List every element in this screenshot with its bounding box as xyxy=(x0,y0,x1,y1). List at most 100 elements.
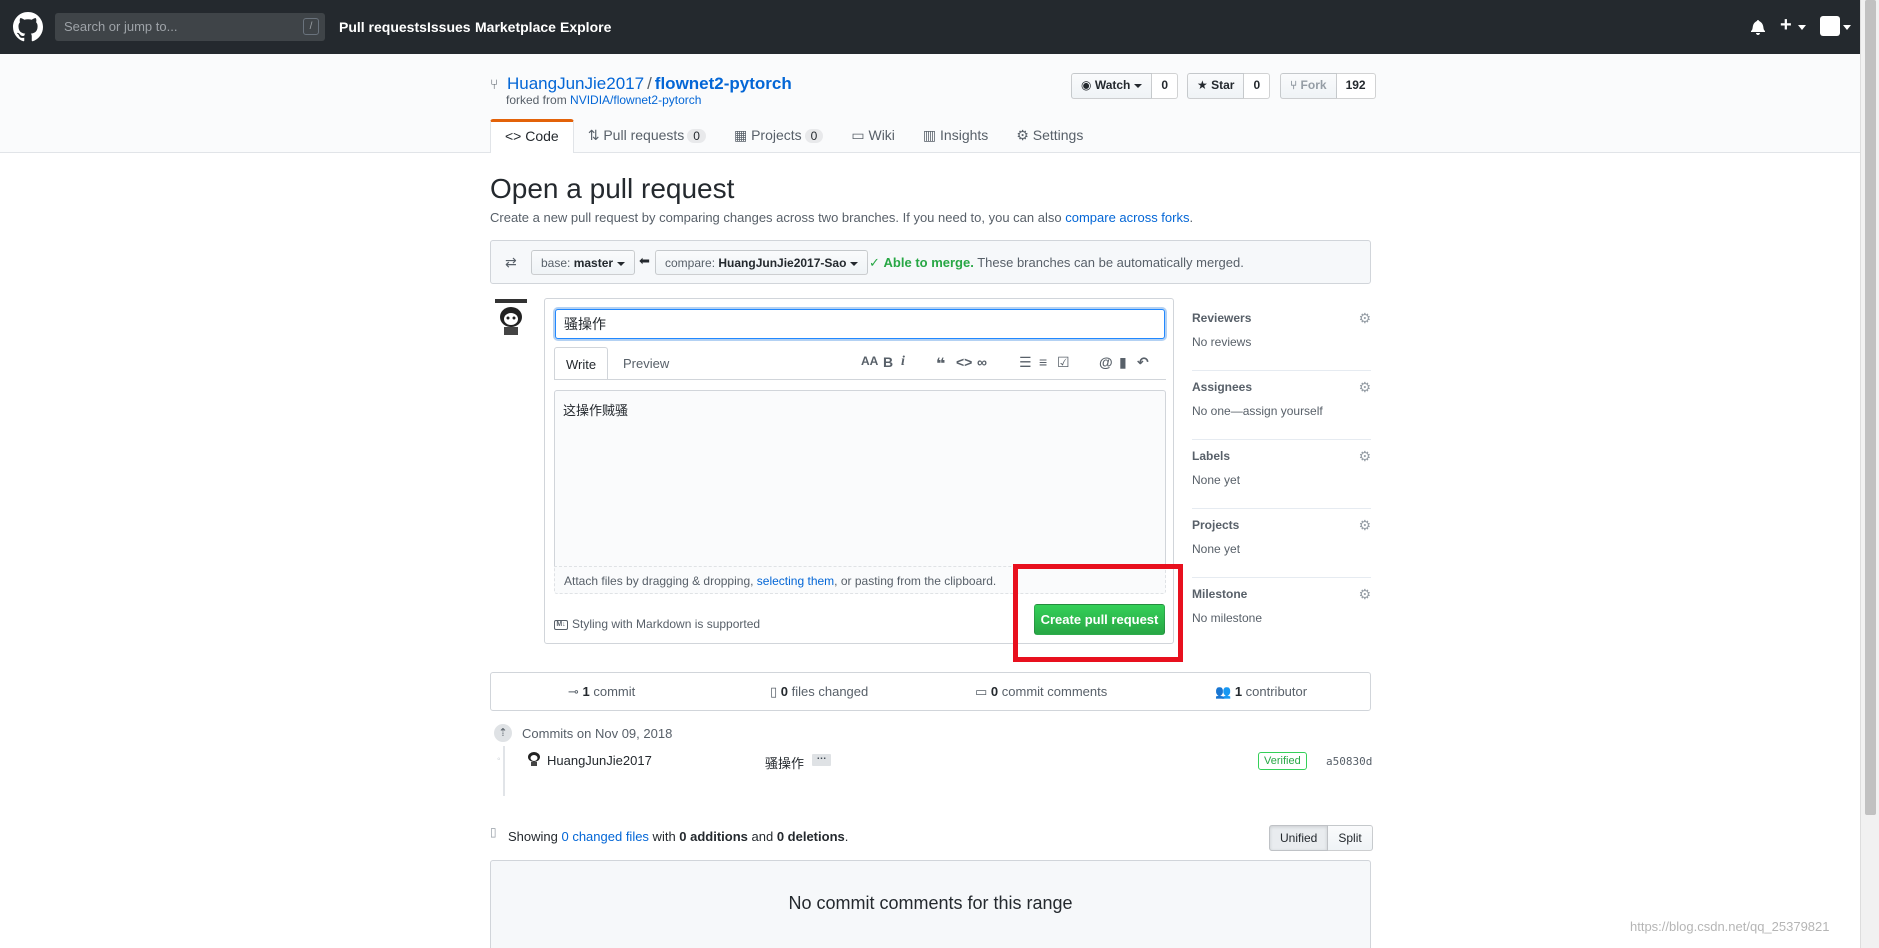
create-new-caret-icon[interactable] xyxy=(1798,25,1806,30)
notifications-bell-icon[interactable] xyxy=(1751,19,1765,35)
tab-insights[interactable]: ▥ Insights xyxy=(909,119,1002,153)
pr-title-input[interactable] xyxy=(555,309,1165,339)
bulleted-list-icon[interactable]: ☰ xyxy=(1019,354,1032,371)
fork-button[interactable]: ⑂ Fork xyxy=(1280,73,1337,99)
tab-settings[interactable]: ⚙ Settings xyxy=(1002,119,1097,153)
bookmark-icon[interactable]: ▮ xyxy=(1119,354,1127,371)
search-placeholder: Search or jump to... xyxy=(64,19,178,34)
tab-pull-requests[interactable]: ⇅ Pull requests 0 xyxy=(574,119,720,153)
summary-contributors[interactable]: 👥 1 contributor xyxy=(1215,684,1307,700)
page-scrollbar[interactable] xyxy=(1860,0,1879,948)
code-icon[interactable]: <> xyxy=(956,354,972,370)
markdown-icon: M↓ xyxy=(554,619,568,630)
repo-forked-icon: ⑂ xyxy=(490,76,499,92)
code-icon: <> xyxy=(505,128,522,144)
markdown-note: M↓ Styling with Markdown is supported xyxy=(554,617,760,631)
tab-code[interactable]: <> Code xyxy=(490,119,574,153)
scrollbar-thumb[interactable] xyxy=(1865,0,1876,815)
numbered-list-icon[interactable]: ≡ xyxy=(1039,354,1047,370)
star-icon: ★ xyxy=(1197,78,1208,92)
nav-explore[interactable]: Explore xyxy=(560,19,611,35)
preview-tab[interactable]: Preview xyxy=(623,356,669,371)
summary-commits[interactable]: ⊸ 1 commit xyxy=(568,684,635,700)
commit-sha-link[interactable]: a50830d xyxy=(1326,755,1372,768)
star-button[interactable]: ★ Star xyxy=(1187,73,1245,99)
repo-owner-link[interactable]: HuangJunJie2017 xyxy=(507,74,644,93)
star-button-group: ★ Star 0 xyxy=(1187,73,1271,99)
page-title: Open a pull request xyxy=(490,173,735,204)
nav-marketplace[interactable]: Marketplace xyxy=(475,19,556,35)
forked-from-link[interactable]: NVIDIA/flownet2-pytorch xyxy=(570,93,701,107)
global-header: Search or jump to... / Pull requests Iss… xyxy=(0,0,1860,54)
text-size-icon[interactable]: AA xyxy=(861,354,878,368)
link-icon[interactable]: ∞ xyxy=(977,354,987,370)
split-view-button[interactable]: Split xyxy=(1328,825,1373,851)
tab-projects[interactable]: ▦ Projects 0 xyxy=(720,119,837,153)
repo-name-link[interactable]: flownet2-pytorch xyxy=(655,74,792,93)
summary-files[interactable]: ▯ 0 files changed xyxy=(770,684,868,700)
projects-gear-icon[interactable]: ⚙ xyxy=(1358,517,1371,534)
sidebar-milestone: Milestone No milestone ⚙ xyxy=(1192,586,1371,625)
arrow-left-icon: ⬅ xyxy=(639,253,650,268)
github-logo-icon[interactable] xyxy=(13,12,43,42)
gear-icon: ⚙ xyxy=(1016,127,1029,143)
assignees-gear-icon[interactable]: ⚙ xyxy=(1358,379,1371,396)
pr-body-textarea[interactable]: 这操作贼骚 xyxy=(554,390,1166,566)
sidebar-projects: Projects None yet ⚙ xyxy=(1192,509,1371,578)
watch-button[interactable]: ◉ Watch xyxy=(1071,73,1153,99)
expand-commit-button[interactable]: … xyxy=(812,752,831,766)
italic-icon[interactable]: i xyxy=(901,354,905,370)
plus-icon[interactable]: + xyxy=(1780,14,1792,37)
nav-issues[interactable]: Issues xyxy=(427,19,471,35)
watch-caret-icon xyxy=(1134,83,1143,88)
bold-icon[interactable]: B xyxy=(883,354,893,370)
mention-icon[interactable]: @ xyxy=(1099,354,1113,370)
compare-across-forks-link[interactable]: compare across forks xyxy=(1065,210,1189,225)
check-icon: ✓ xyxy=(869,255,880,270)
annotation-highlight-box xyxy=(1013,564,1183,662)
commit-message-link[interactable]: 骚操作 xyxy=(765,753,804,772)
star-count[interactable]: 0 xyxy=(1244,73,1271,99)
commits-date-heading: Commits on Nov 09, 2018 xyxy=(522,726,673,741)
author-avatar[interactable] xyxy=(493,297,529,337)
base-caret-icon xyxy=(617,261,626,266)
summary-comments[interactable]: ▭ 0 commit comments xyxy=(975,684,1107,700)
base-branch-select[interactable]: base: master xyxy=(531,250,636,275)
watch-count[interactable]: 0 xyxy=(1152,73,1179,99)
reply-icon[interactable]: ↶ xyxy=(1137,354,1149,371)
fork-button-group: ⑂ Fork 192 xyxy=(1280,73,1376,99)
commit-timeline-line xyxy=(503,746,505,796)
compare-summary-bar: ⊸ 1 commit ▯ 0 files changed ▭ 0 commit … xyxy=(490,672,1371,711)
select-files-link[interactable]: selecting them xyxy=(757,574,834,588)
no-comments-blankslate: No commit comments for this range xyxy=(490,860,1371,948)
search-shortcut-key: / xyxy=(303,18,319,35)
quote-icon[interactable]: ❝ xyxy=(936,354,945,374)
write-tab[interactable]: Write xyxy=(554,347,608,380)
sidebar-reviewers: Reviewers No reviews ⚙ xyxy=(1192,302,1371,371)
repo-header: ⑂ HuangJunJie2017/flownet2-pytorch forke… xyxy=(0,54,1860,153)
milestone-gear-icon[interactable]: ⚙ xyxy=(1358,586,1371,603)
comment-icon: ▭ xyxy=(975,684,988,699)
compare-caret-icon xyxy=(850,261,859,266)
search-input[interactable]: Search or jump to... / xyxy=(55,13,325,41)
verified-badge[interactable]: Verified xyxy=(1258,752,1307,770)
labels-gear-icon[interactable]: ⚙ xyxy=(1358,448,1371,465)
commit-author-avatar[interactable] xyxy=(527,751,541,766)
reviewers-gear-icon[interactable]: ⚙ xyxy=(1358,310,1371,327)
nav-pull-requests[interactable]: Pull requests xyxy=(339,19,427,35)
changed-files-link[interactable]: 0 changed files xyxy=(561,829,648,844)
tab-wiki[interactable]: ▭ Wiki xyxy=(837,119,909,153)
repo-title: HuangJunJie2017/flownet2-pytorch xyxy=(507,74,792,93)
task-list-icon[interactable]: ☑ xyxy=(1057,354,1070,371)
page-subtitle: Create a new pull request by comparing c… xyxy=(490,210,1194,225)
user-avatar[interactable] xyxy=(1820,16,1840,36)
commit-dot-icon: ◦ xyxy=(497,754,501,765)
fork-count[interactable]: 192 xyxy=(1336,73,1376,99)
diff-summary: Showing 0 changed files with 0 additions… xyxy=(508,829,849,844)
compare-branch-select[interactable]: compare: HuangJunJie2017-Sao xyxy=(655,250,869,275)
unified-view-button[interactable]: Unified xyxy=(1269,825,1329,851)
forked-from-note: forked from NVIDIA/flownet2-pytorch xyxy=(506,93,702,107)
commit-author-link[interactable]: HuangJunJie2017 xyxy=(547,753,652,768)
user-menu-caret-icon[interactable] xyxy=(1843,25,1851,30)
discussion-sidebar: Reviewers No reviews ⚙ Assignees No one—… xyxy=(1192,302,1371,647)
